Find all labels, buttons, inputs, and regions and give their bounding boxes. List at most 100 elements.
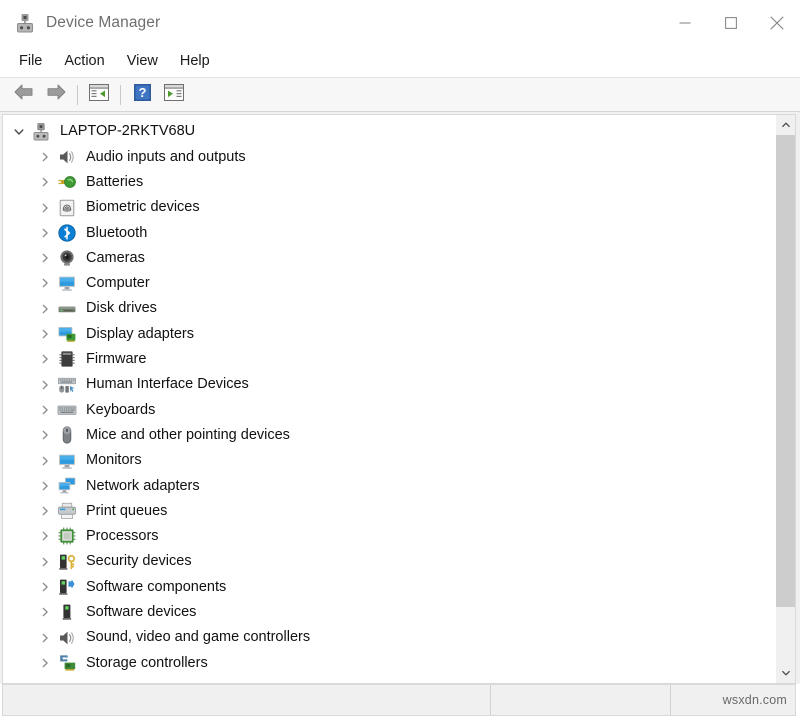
menu-help[interactable]: Help: [169, 51, 221, 72]
chevron-right-icon[interactable]: [37, 377, 53, 393]
tree-row-processors[interactable]: Processors: [3, 524, 776, 549]
tree-row-software-devices[interactable]: Software devices: [3, 600, 776, 625]
chevron-down-icon[interactable]: [11, 124, 27, 140]
monitor-icon: [57, 273, 77, 293]
menu-file[interactable]: File: [15, 51, 53, 72]
tree-row-keyboards[interactable]: Keyboards: [3, 397, 776, 422]
tree-row-human-interface-devices[interactable]: Human Interface Devices: [3, 372, 776, 397]
window-title: Device Manager: [46, 14, 160, 32]
tree-row-root[interactable]: LAPTOP-2RKTV68U: [3, 119, 776, 144]
scrollbar-thumb[interactable]: [776, 135, 795, 607]
keyboard-icon: [57, 400, 77, 420]
scan-hardware-icon: [163, 83, 185, 107]
tree-node-label: Computer: [86, 276, 150, 291]
security-key-icon: [57, 552, 77, 572]
tree-row-firmware[interactable]: Firmware: [3, 347, 776, 372]
title-bar: Device Manager: [0, 0, 800, 46]
processor-icon: [57, 526, 77, 546]
tree-row-batteries[interactable]: Batteries: [3, 170, 776, 195]
printer-icon: [57, 501, 77, 521]
hid-icon: [57, 375, 77, 395]
tree-node-label: Audio inputs and outputs: [86, 150, 246, 165]
menu-bar: File Action View Help: [0, 46, 800, 78]
fingerprint-icon: [57, 198, 77, 218]
speaker-icon: [57, 628, 77, 648]
tree-node-label: Processors: [86, 529, 159, 544]
back-button[interactable]: [8, 81, 40, 109]
tree-row-software-components[interactable]: Software components: [3, 574, 776, 599]
chevron-right-icon[interactable]: [37, 427, 53, 443]
tree-row-bluetooth[interactable]: Bluetooth: [3, 220, 776, 245]
monitor-icon: [57, 451, 77, 471]
svg-text:?: ?: [138, 85, 146, 100]
status-panel-1: [3, 685, 491, 715]
device-manager-icon: [14, 12, 36, 34]
help-question-icon: ?: [133, 83, 152, 107]
chevron-right-icon[interactable]: [37, 630, 53, 646]
chevron-right-icon[interactable]: [37, 528, 53, 544]
tree-row-storage-controllers[interactable]: Storage controllers: [3, 650, 776, 675]
properties-button[interactable]: [83, 81, 115, 109]
vertical-scrollbar[interactable]: [776, 114, 796, 684]
chevron-right-icon[interactable]: [37, 604, 53, 620]
tree-row-computer[interactable]: Computer: [3, 271, 776, 296]
chevron-right-icon[interactable]: [37, 149, 53, 165]
tree-node-label: Network adapters: [86, 479, 200, 494]
back-arrow-icon: [13, 83, 35, 106]
status-panel-3: wsxdn.com: [671, 685, 795, 715]
storage-controller-icon: [57, 653, 77, 673]
chevron-right-icon[interactable]: [37, 250, 53, 266]
tree-row-security-devices[interactable]: Security devices: [3, 549, 776, 574]
forward-arrow-icon: [45, 83, 67, 106]
chevron-right-icon[interactable]: [37, 200, 53, 216]
chevron-right-icon[interactable]: [37, 351, 53, 367]
tree-root-label: LAPTOP-2RKTV68U: [60, 124, 195, 139]
chevron-right-icon[interactable]: [37, 453, 53, 469]
tree-node-label: Print queues: [86, 504, 167, 519]
chevron-right-icon[interactable]: [37, 301, 53, 317]
tree-node-label: Bluetooth: [86, 226, 147, 241]
tree-row-display-adapters[interactable]: Display adapters: [3, 321, 776, 346]
tree-row-monitors[interactable]: Monitors: [3, 448, 776, 473]
scan-hardware-button[interactable]: [158, 81, 190, 109]
scrollbar-track[interactable]: [776, 135, 795, 663]
toolbar-separator-2: [120, 85, 121, 105]
chevron-right-icon[interactable]: [37, 326, 53, 342]
chevron-right-icon[interactable]: [37, 174, 53, 190]
tree-row-network-adapters[interactable]: Network adapters: [3, 473, 776, 498]
tree-node-label: Software devices: [86, 605, 196, 620]
close-button[interactable]: [754, 0, 800, 46]
device-tree[interactable]: LAPTOP-2RKTV68U Audio inputs and outputs: [2, 114, 776, 684]
chevron-right-icon[interactable]: [37, 655, 53, 671]
menu-action[interactable]: Action: [53, 51, 115, 72]
tree-node-label: Display adapters: [86, 327, 194, 342]
watermark: wsxdn.com: [723, 693, 787, 707]
tree-row-audio-inputs-and-outputs[interactable]: Audio inputs and outputs: [3, 144, 776, 169]
tree-node-label: Disk drives: [86, 301, 157, 316]
chevron-right-icon[interactable]: [37, 478, 53, 494]
help-button[interactable]: ?: [126, 81, 158, 109]
tree-row-print-queues[interactable]: Print queues: [3, 498, 776, 523]
software-component-icon: [57, 577, 77, 597]
forward-button[interactable]: [40, 81, 72, 109]
maximize-button[interactable]: [708, 0, 754, 46]
tree-node-label: Biometric devices: [86, 200, 200, 215]
tree-row-sound-video-and-game-controllers[interactable]: Sound, video and game controllers: [3, 625, 776, 650]
menu-view[interactable]: View: [116, 51, 169, 72]
tree-node-label: Sound, video and game controllers: [86, 630, 310, 645]
chevron-right-icon[interactable]: [37, 225, 53, 241]
tree-row-biometric-devices[interactable]: Biometric devices: [3, 195, 776, 220]
chevron-right-icon[interactable]: [37, 554, 53, 570]
chevron-right-icon[interactable]: [37, 402, 53, 418]
scroll-up-icon[interactable]: [776, 115, 795, 135]
chevron-right-icon[interactable]: [37, 579, 53, 595]
mouse-icon: [57, 425, 77, 445]
scroll-down-icon[interactable]: [776, 663, 795, 683]
chevron-right-icon[interactable]: [37, 275, 53, 291]
minimize-button[interactable]: [662, 0, 708, 46]
tree-node-label: Mice and other pointing devices: [86, 428, 290, 443]
tree-row-mice-and-other-pointing-devices[interactable]: Mice and other pointing devices: [3, 423, 776, 448]
tree-row-disk-drives[interactable]: Disk drives: [3, 296, 776, 321]
tree-row-cameras[interactable]: Cameras: [3, 245, 776, 270]
chevron-right-icon[interactable]: [37, 503, 53, 519]
